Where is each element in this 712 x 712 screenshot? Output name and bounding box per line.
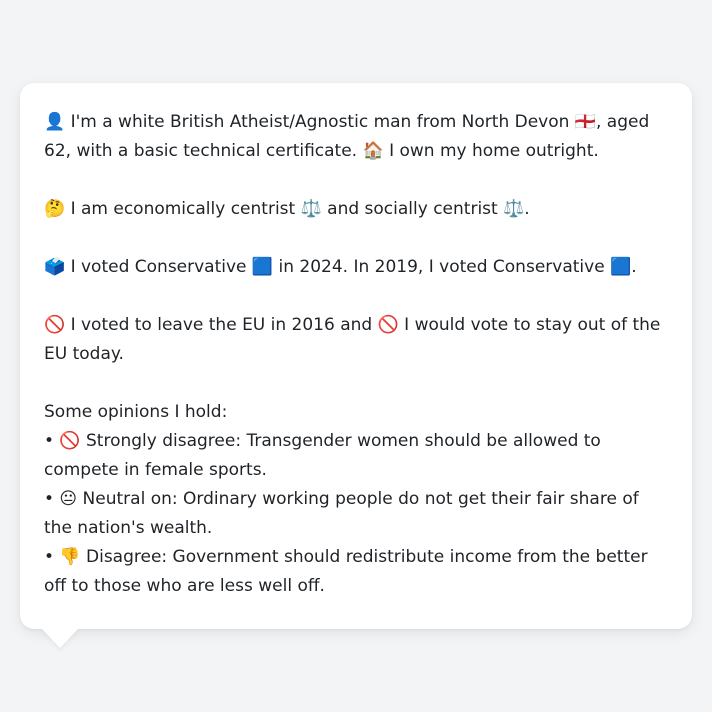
opinion-item: • 😐 Neutral on: Ordinary working people … [44, 489, 639, 538]
message-bubble: 👤 I'm a white British Atheist/Agnostic m… [20, 83, 692, 629]
profile-voting-history-text: 🗳️ I voted Conservative 🟦 in 2024. In 20… [44, 257, 637, 277]
opinion-item: • 👎 Disagree: Government should redistri… [44, 547, 648, 596]
opinions-heading: Some opinions I hold: [44, 402, 228, 422]
bubble-tail [41, 628, 79, 648]
profile-political-stance-text: 🤔 I am economically centrist ⚖️ and soci… [44, 199, 530, 219]
profile-identity-text: 👤 I'm a white British Atheist/Agnostic m… [44, 112, 650, 161]
opinion-item: • 🚫 Strongly disagree: Transgender women… [44, 431, 601, 480]
profile-brexit-text: 🚫 I voted to leave the EU in 2016 and 🚫 … [44, 315, 661, 364]
